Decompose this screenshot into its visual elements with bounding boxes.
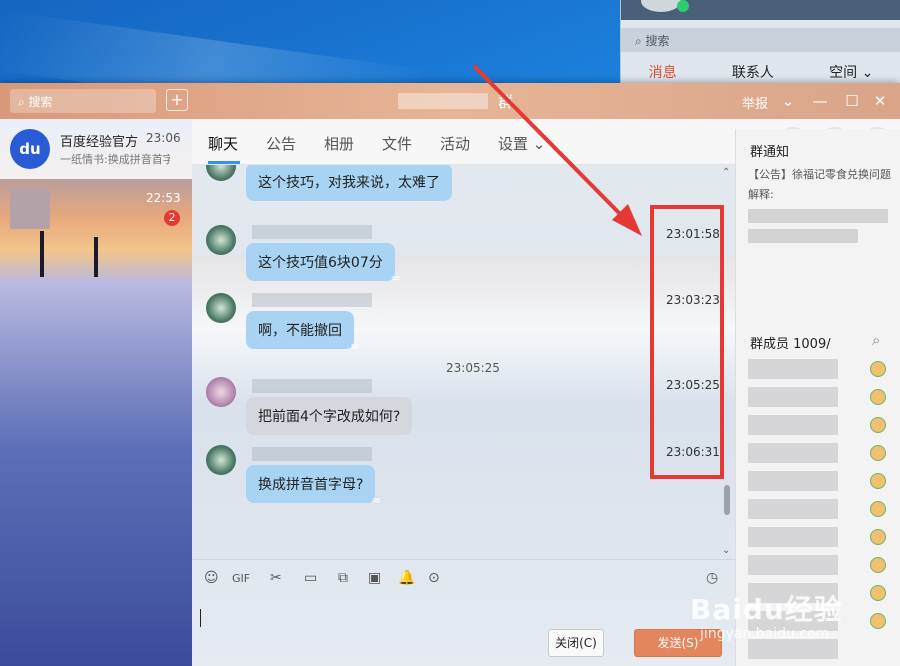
annotation-arrow [472,64,642,236]
arrow-shaft [472,64,630,224]
watermark-url: jingyan.baidu.com [700,626,830,642]
baidu-watermark-logo: Baidu经验 [690,593,843,626]
